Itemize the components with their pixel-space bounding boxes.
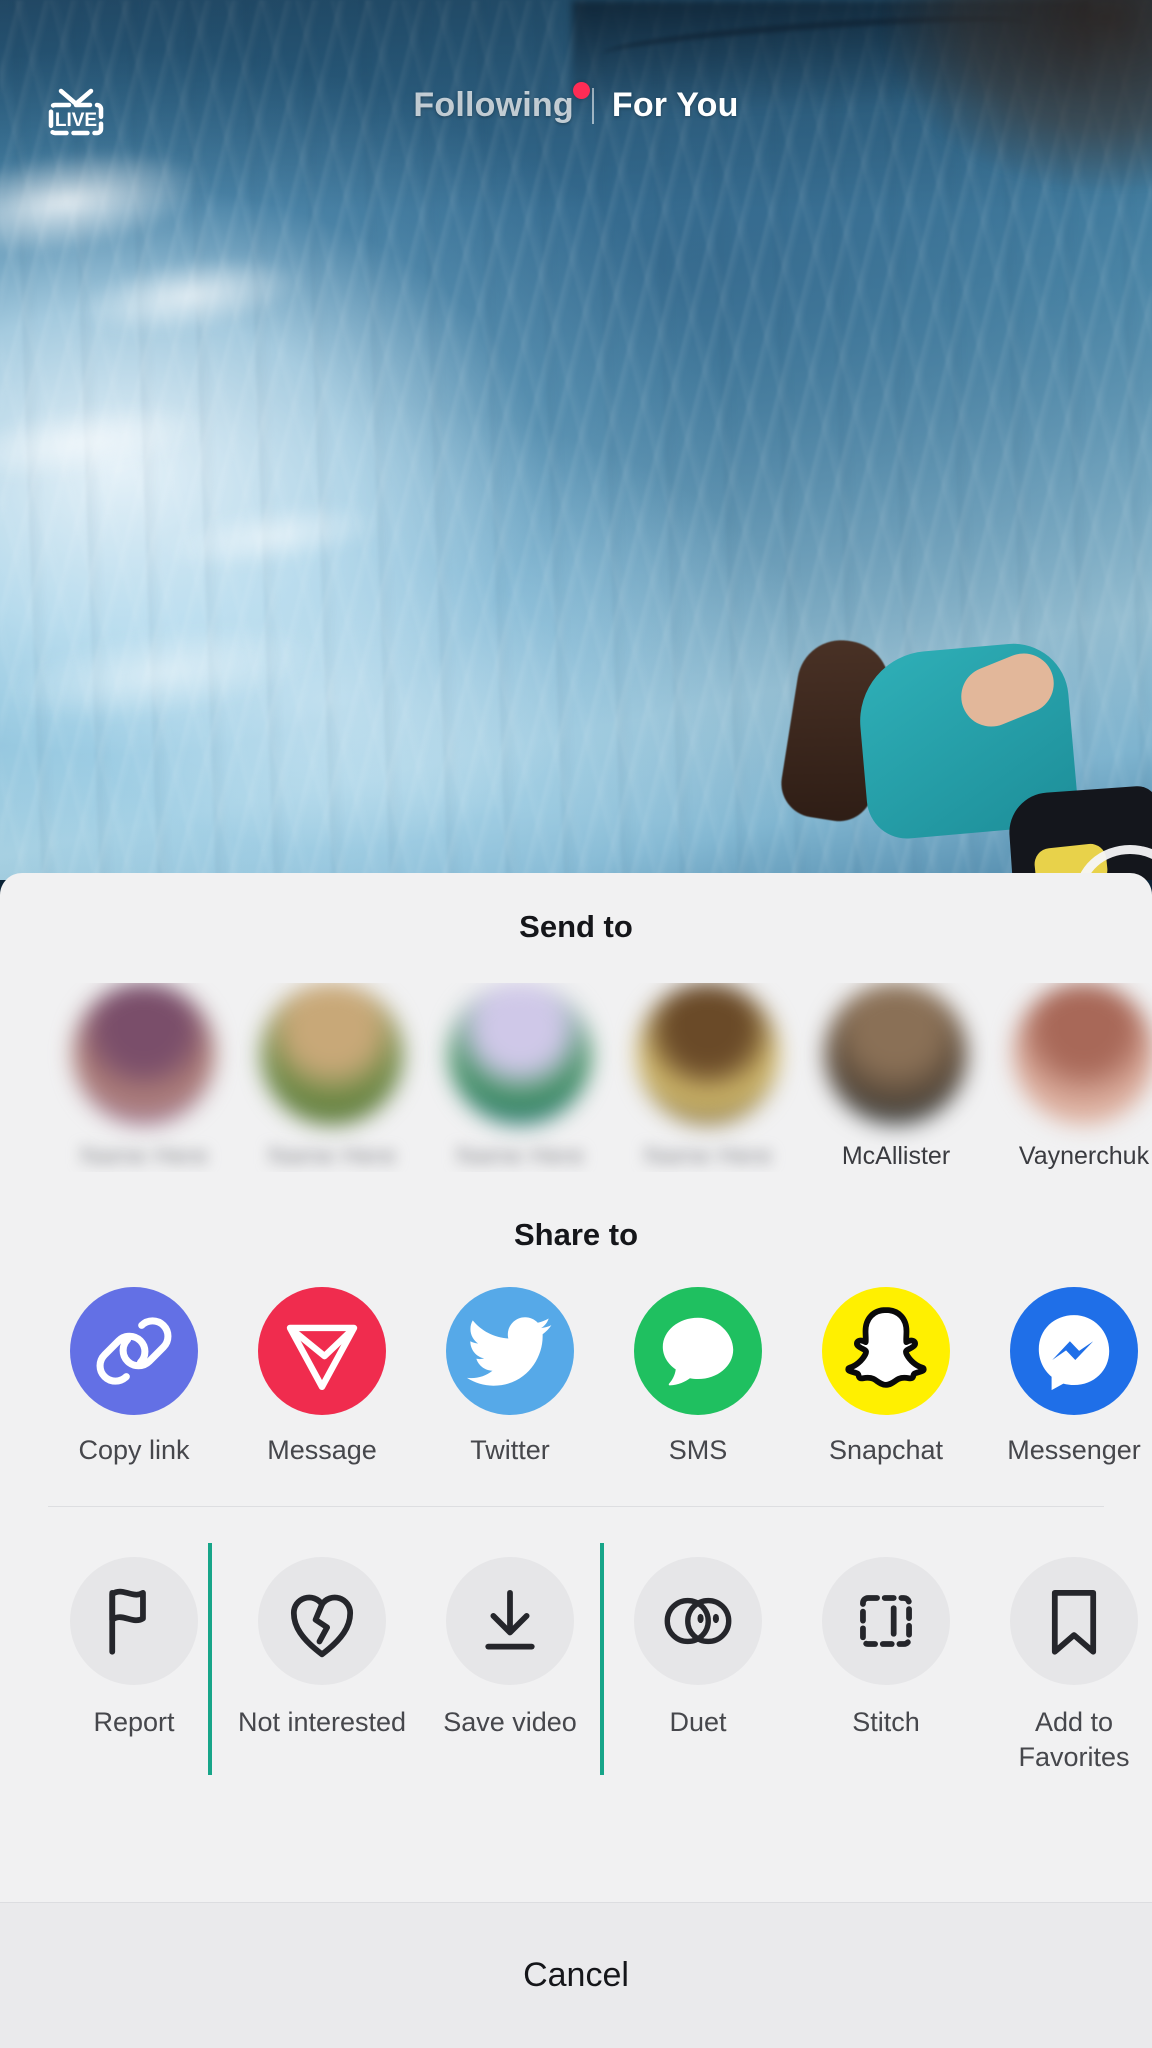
cancel-label: Cancel: [523, 1956, 629, 1994]
twitter-bird-icon: [466, 1317, 552, 1386]
broken-heart-icon: [290, 1594, 354, 1658]
share-target-label: Copy link: [78, 1435, 190, 1465]
share-target-sms[interactable]: SMS: [604, 1287, 792, 1466]
contact-item[interactable]: Name Here: [50, 983, 238, 1172]
cancel-button[interactable]: Cancel: [0, 1902, 1152, 2048]
messenger-bolt-icon: [1038, 1315, 1110, 1391]
share-icon-circle: [822, 1287, 950, 1415]
avatar: [449, 983, 591, 1125]
share-target-label: Messenger: [1007, 1435, 1141, 1465]
tab-for-you[interactable]: For You: [594, 86, 757, 125]
avatar: [637, 983, 779, 1125]
send-plane-icon: [286, 1324, 358, 1391]
contact-name: Name Here: [268, 1142, 396, 1170]
stitch-dashed-icon: [860, 1595, 912, 1647]
share-icon-circle: [70, 1287, 198, 1415]
share-target-label: Message: [267, 1435, 377, 1465]
top-navigation-bar: LIVE Following For You: [0, 0, 1152, 190]
action-icon-circle: [1010, 1557, 1138, 1685]
following-notification-dot: [572, 82, 590, 99]
share-target-messenger[interactable]: Messenger: [980, 1287, 1152, 1466]
avatar: [825, 983, 967, 1125]
share-target-copy-link[interactable]: Copy link: [40, 1287, 228, 1466]
share-target-label: SMS: [668, 1435, 728, 1465]
action-icon-circle: [634, 1557, 762, 1685]
share-target-snapchat[interactable]: Snapchat: [792, 1287, 980, 1466]
tab-following[interactable]: Following: [395, 82, 591, 125]
download-arrow-icon: [485, 1589, 535, 1650]
share-sheet: Send to Name Here Name Here Name Here Name …: [0, 873, 1152, 2048]
action-label: Save video: [443, 1707, 577, 1737]
action-stitch[interactable]: Stitch: [792, 1543, 980, 1775]
link-icon: [96, 1317, 172, 1385]
share-icon-circle: [1010, 1287, 1138, 1415]
flag-icon: [109, 1588, 146, 1655]
bookmark-icon: [1051, 1589, 1097, 1655]
contact-item[interactable]: Name Here: [426, 983, 614, 1172]
contacts-row[interactable]: Name Here Name Here Name Here Name Here McAl…: [0, 983, 1152, 1172]
action-icon-circle: [446, 1557, 574, 1685]
contact-item[interactable]: Vaynerchuk: [990, 983, 1152, 1172]
tab-following-label: Following: [413, 86, 574, 124]
contact-name: Name Here: [644, 1142, 772, 1170]
contact-item[interactable]: Name Here: [614, 983, 802, 1172]
send-to-title: Send to: [519, 909, 633, 944]
feed-tabs: Following For You: [0, 82, 1152, 125]
contact-item[interactable]: McAllister: [802, 983, 990, 1172]
snapchat-ghost-icon: [845, 1307, 927, 1388]
sheet-divider: [48, 1506, 1104, 1507]
avatar: [1013, 983, 1152, 1125]
action-label: Not interested: [237, 1707, 407, 1737]
action-label: Stitch: [852, 1707, 920, 1737]
action-icon-circle: [822, 1557, 950, 1685]
action-not-interested[interactable]: Not interested: [228, 1543, 416, 1775]
share-icon-circle: [634, 1287, 762, 1415]
contact-item[interactable]: Name Here: [238, 983, 426, 1172]
contact-name: Vaynerchuk: [1018, 1142, 1150, 1170]
sms-bubble-icon: [662, 1317, 734, 1386]
share-target-message[interactable]: Message: [228, 1287, 416, 1466]
share-target-twitter[interactable]: Twitter: [416, 1287, 604, 1466]
avatar: [73, 983, 215, 1125]
action-label: Duet: [669, 1707, 727, 1737]
share-targets-row[interactable]: Copy link Message Twitter SMS Snapchat Messen…: [0, 1287, 1152, 1466]
send-to-section: Send to Name Here Name Here Name Here Name …: [0, 873, 1152, 1173]
action-label: Report: [93, 1707, 175, 1737]
avatar: [261, 983, 403, 1125]
share-to-title: Share to: [513, 1217, 639, 1252]
share-icon-circle: [258, 1287, 386, 1415]
duet-circles-icon: [664, 1597, 732, 1645]
actions-row[interactable]: Report Not interested Save video Duet Stitch…: [0, 1543, 1152, 1776]
action-icon-circle: [258, 1557, 386, 1685]
contact-name: Name Here: [456, 1142, 584, 1170]
action-icon-circle: [70, 1557, 198, 1685]
contact-name: McAllister: [841, 1142, 951, 1170]
share-icon-circle: [446, 1287, 574, 1415]
contact-name: Name Here: [80, 1142, 208, 1170]
share-target-label: Snapchat: [828, 1435, 944, 1465]
action-save-video[interactable]: Save video: [416, 1543, 604, 1775]
action-report[interactable]: Report: [40, 1543, 228, 1775]
action-add-to-favorites[interactable]: Add to Favorites: [980, 1543, 1152, 1775]
share-target-label: Twitter: [470, 1435, 550, 1465]
action-label: Add to Favorites: [1018, 1707, 1130, 1773]
tab-for-you-label: For You: [611, 86, 739, 124]
share-to-section: Share to Copy link Message Twitter SMS Snapc…: [0, 1173, 1152, 1466]
action-duet[interactable]: Duet: [604, 1543, 792, 1775]
